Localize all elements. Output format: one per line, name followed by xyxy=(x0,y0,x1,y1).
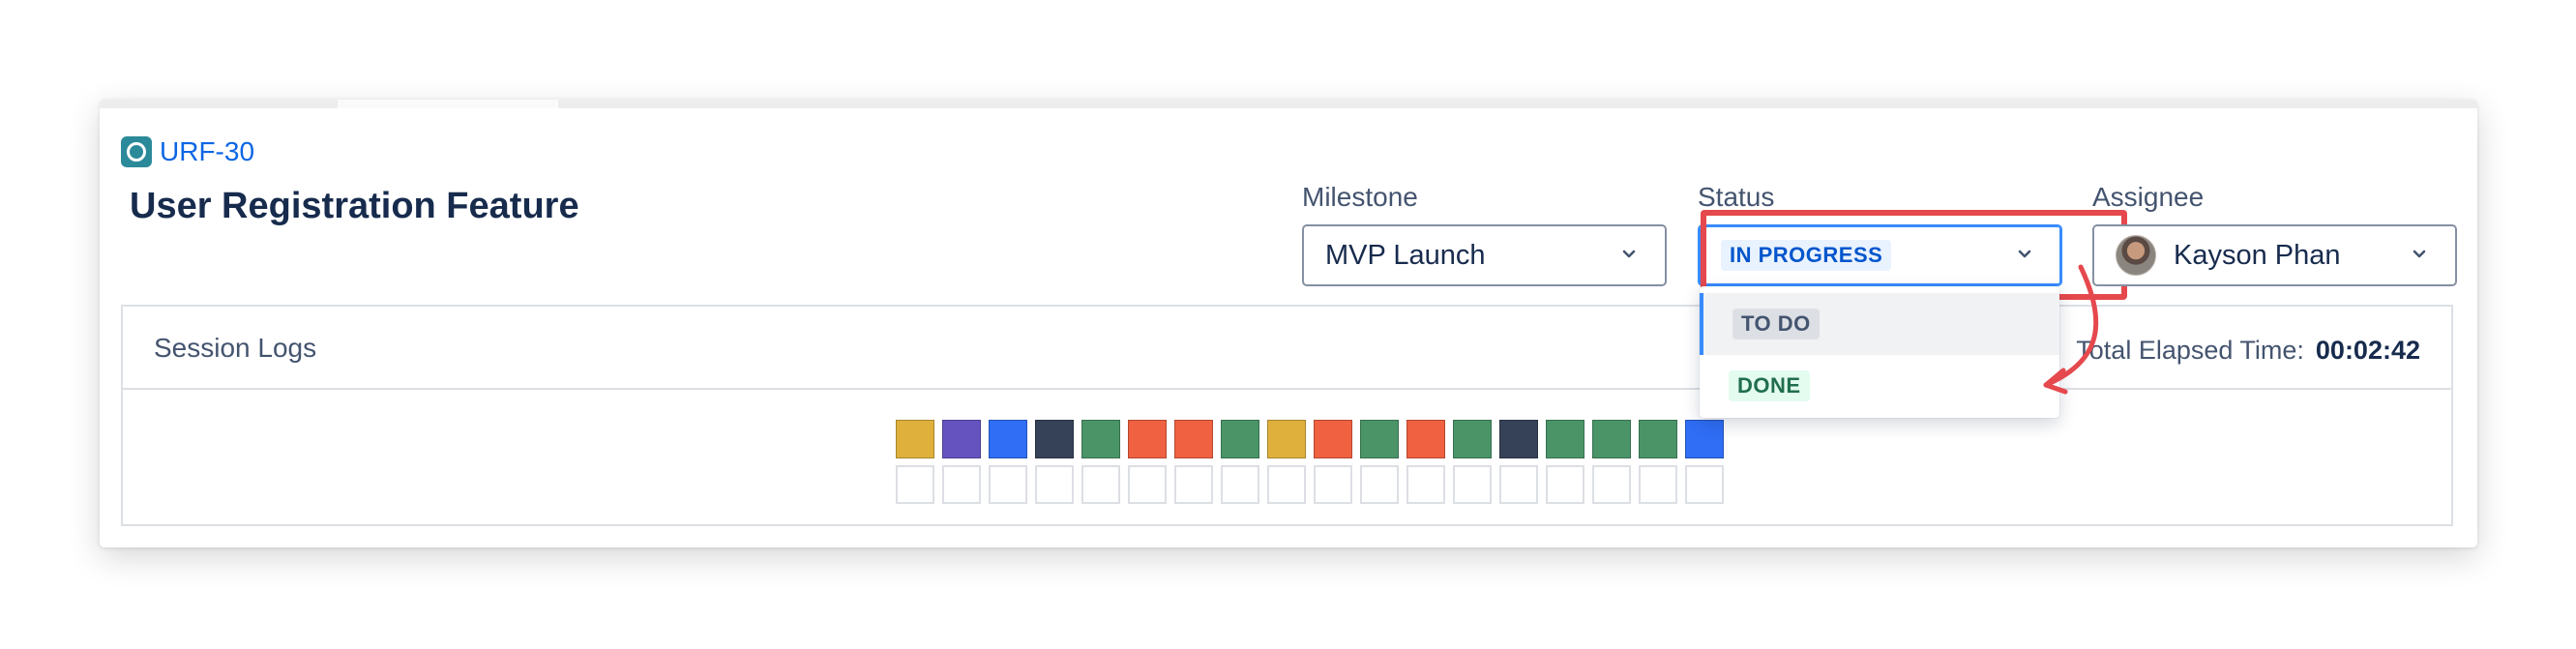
session-block[interactable] xyxy=(942,420,981,458)
session-logs-panel: Session Logs Total Elapsed Time: 00:02:42 xyxy=(121,305,2453,526)
todo-lozenge: TO DO xyxy=(1732,309,1820,339)
session-block-empty xyxy=(1639,465,1677,504)
session-block[interactable] xyxy=(989,420,1027,458)
assignee-select[interactable]: Kayson Phan xyxy=(2092,224,2457,286)
session-block[interactable] xyxy=(1081,420,1120,458)
card-top-bar xyxy=(100,100,2477,108)
status-dropdown-menu: TO DO DONE xyxy=(1700,286,2059,418)
session-block-empty xyxy=(1314,465,1352,504)
chevron-down-icon xyxy=(1622,248,1636,261)
milestone-label: Milestone xyxy=(1302,182,1418,212)
milestone-value: MVP Launch xyxy=(1325,239,1486,271)
session-block-empty xyxy=(1499,465,1538,504)
session-block[interactable] xyxy=(1499,420,1538,458)
milestone-select[interactable]: MVP Launch xyxy=(1302,224,1667,286)
elapsed-time-value: 00:02:42 xyxy=(2315,336,2420,365)
session-block[interactable] xyxy=(1314,420,1352,458)
session-block[interactable] xyxy=(1128,420,1167,458)
session-block-empty xyxy=(1685,465,1724,504)
session-block[interactable] xyxy=(1406,420,1445,458)
elapsed-time-label: Total Elapsed Time: xyxy=(2076,336,2304,365)
status-label: Status xyxy=(1698,182,1775,212)
elapsed-time: Total Elapsed Time: 00:02:42 xyxy=(2076,334,2420,367)
session-block[interactable] xyxy=(1360,420,1399,458)
avatar xyxy=(2116,235,2156,276)
status-option-done[interactable]: DONE xyxy=(1700,355,2059,417)
session-block-empty xyxy=(1267,465,1306,504)
session-block-empty xyxy=(1360,465,1399,504)
assignee-label: Assignee xyxy=(2092,182,2205,212)
card-top-tab xyxy=(338,100,558,108)
session-block-empty xyxy=(1128,465,1167,504)
session-logs-title: Session Logs xyxy=(154,333,317,363)
session-block-empty xyxy=(989,465,1027,504)
session-block[interactable] xyxy=(1592,420,1631,458)
session-block-empty xyxy=(1035,465,1074,504)
session-block[interactable] xyxy=(1546,420,1584,458)
session-block-empty xyxy=(896,465,934,504)
session-block[interactable] xyxy=(1639,420,1677,458)
session-block-empty xyxy=(1592,465,1631,504)
session-block[interactable] xyxy=(1453,420,1492,458)
session-block[interactable] xyxy=(896,420,934,458)
session-block-empty xyxy=(1546,465,1584,504)
session-block-empty xyxy=(942,465,981,504)
session-block-empty xyxy=(1174,465,1213,504)
assignee-value: Kayson Phan xyxy=(2174,239,2341,271)
session-block-empty xyxy=(1221,465,1259,504)
session-block-empty xyxy=(1081,465,1120,504)
status-option-todo[interactable]: TO DO xyxy=(1700,293,2059,355)
issue-title: User Registration Feature xyxy=(130,186,579,226)
session-block[interactable] xyxy=(1267,420,1306,458)
issue-key-text: URF-30 xyxy=(160,136,255,166)
session-block[interactable] xyxy=(1035,420,1074,458)
issue-card: URF-30 User Registration Feature Milesto… xyxy=(100,100,2477,547)
chevron-down-icon xyxy=(2413,248,2426,261)
session-logs-header: Session Logs Total Elapsed Time: 00:02:42 xyxy=(123,307,2451,390)
session-block-empty xyxy=(1453,465,1492,504)
done-lozenge: DONE xyxy=(1729,370,1810,401)
issue-key-link[interactable]: URF-30 xyxy=(121,136,254,167)
session-block[interactable] xyxy=(1685,420,1724,458)
session-block-empty xyxy=(1406,465,1445,504)
session-block[interactable] xyxy=(1221,420,1259,458)
issue-type-icon xyxy=(121,136,152,167)
session-block[interactable] xyxy=(1174,420,1213,458)
